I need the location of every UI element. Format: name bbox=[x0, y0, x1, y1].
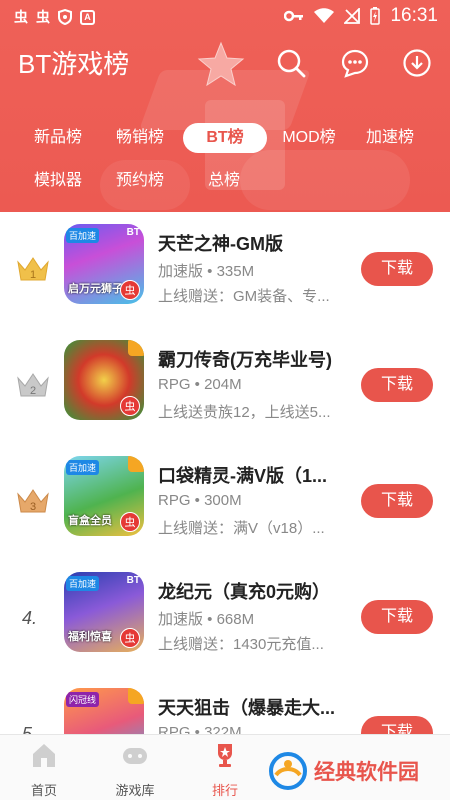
header-banner: 虫 虫 A 16:31 BT游戏榜 新品榜 畅销榜 BT榜 MOD榜 加速榜 模… bbox=[0, 0, 450, 212]
bt-label: BT bbox=[126, 575, 140, 586]
game-icon[interactable]: 闪冠线 bbox=[64, 688, 144, 734]
icon-tag: 百加速 bbox=[66, 460, 100, 475]
page-title: BT游戏榜 bbox=[18, 49, 130, 79]
nav-label: 游戏库 bbox=[115, 783, 155, 798]
app-a-icon: A bbox=[80, 9, 95, 25]
home-icon bbox=[33, 744, 55, 767]
icon-tag: 百加速 bbox=[66, 576, 100, 591]
key-icon bbox=[284, 10, 304, 22]
svg-text:1: 1 bbox=[30, 269, 36, 281]
nav-label: 排行 bbox=[211, 783, 238, 798]
app-notification-icon: 虫 bbox=[14, 9, 28, 25]
search-icon[interactable] bbox=[276, 48, 306, 78]
gamepad-icon bbox=[123, 748, 147, 764]
rank-number: 5 bbox=[22, 724, 33, 734]
status-bar: 虫 虫 A 16:31 bbox=[0, 0, 450, 34]
star-icon bbox=[197, 41, 245, 87]
list-item[interactable]: 1 百加速 BT 启万元狮子 虫 天芒之神-GM版 加速版 • 335M 上线赠… bbox=[0, 212, 450, 328]
list-item[interactable]: 4. 百加速 BT 福利惊喜 虫 龙纪元（真充0元购） 加速版 • 668M 上… bbox=[0, 560, 450, 676]
icon-tag: 百加速 bbox=[66, 228, 100, 243]
game-meta: 加速版 • 335M bbox=[158, 263, 255, 280]
nav-home[interactable]: 首页 bbox=[4, 741, 84, 799]
header-decoration bbox=[240, 150, 410, 210]
clock: 16:31 bbox=[390, 5, 438, 26]
game-name[interactable]: 口袋精灵-满V版（1... bbox=[158, 462, 348, 488]
crown-gold-icon: 1 bbox=[17, 257, 49, 281]
game-meta: RPG • 322M bbox=[158, 724, 242, 734]
game-note: 上线送贵族12，上线送5... bbox=[158, 404, 331, 421]
game-icon[interactable]: 百加速 BT 启万元狮子 虫 bbox=[64, 224, 144, 304]
game-name[interactable]: 天天狙击（爆暴走大... bbox=[158, 694, 348, 720]
watermark: 经典软件园 bbox=[268, 748, 443, 794]
app-notification-icon: 虫 bbox=[36, 9, 50, 25]
app-badge-icon: 虫 bbox=[120, 396, 140, 416]
download-button[interactable]: 下载 bbox=[361, 600, 433, 634]
download-button[interactable]: 下载 bbox=[361, 252, 433, 286]
icon-caption: 启万元狮子 bbox=[68, 283, 123, 295]
trophy-icon bbox=[218, 744, 232, 767]
game-note: 上线赠送：GM装备、专... bbox=[158, 288, 330, 305]
signal-off-icon bbox=[344, 8, 361, 24]
game-icon[interactable]: 虫 bbox=[64, 340, 144, 420]
battery-charging-icon bbox=[370, 7, 381, 25]
game-icon[interactable]: 百加速 盲盒全员 虫 bbox=[64, 456, 144, 536]
game-icon[interactable]: 百加速 BT 福利惊喜 虫 bbox=[64, 572, 144, 652]
tab-overall[interactable]: 总榜 bbox=[192, 166, 256, 196]
tab-accelerate[interactable]: 加速榜 bbox=[358, 123, 422, 153]
icon-caption: 福利惊喜 bbox=[68, 631, 112, 643]
rank-number: 4. bbox=[22, 608, 38, 628]
list-item[interactable]: 2 虫 霸刀传奇(万充毕业号) RPG • 204M 上线送贵族12，上线送5.… bbox=[0, 328, 450, 444]
game-name[interactable]: 龙纪元（真充0元购） bbox=[158, 578, 348, 604]
message-icon[interactable] bbox=[340, 48, 370, 78]
list-item[interactable]: 3 百加速 盲盒全员 虫 口袋精灵-满V版（1... RPG • 300M 上线… bbox=[0, 444, 450, 560]
nav-game-library[interactable]: 游戏库 bbox=[95, 741, 175, 799]
game-name[interactable]: 霸刀传奇(万充毕业号) bbox=[158, 346, 348, 372]
tab-bt[interactable]: BT榜 bbox=[183, 123, 267, 153]
shield-icon bbox=[58, 9, 72, 25]
gift-icon bbox=[128, 456, 144, 472]
svg-text:2: 2 bbox=[30, 385, 36, 397]
tab-emulator[interactable]: 模拟器 bbox=[26, 166, 90, 196]
app-badge-icon: 虫 bbox=[120, 512, 140, 532]
wifi-icon bbox=[314, 8, 335, 23]
icon-tag: 闪冠线 bbox=[66, 692, 100, 707]
gift-icon bbox=[128, 340, 144, 356]
watermark-logo-icon bbox=[269, 752, 307, 790]
crown-bronze-icon: 3 bbox=[17, 489, 49, 513]
game-note: 上线赠送：1430元充值... bbox=[158, 636, 324, 653]
nav-ranking[interactable]: 排行 bbox=[185, 741, 265, 799]
crown-silver-icon: 2 bbox=[17, 373, 49, 397]
tab-bestselling[interactable]: 畅销榜 bbox=[108, 123, 172, 153]
game-name[interactable]: 天芒之神-GM版 bbox=[158, 230, 348, 256]
bt-label: BT bbox=[126, 227, 140, 238]
download-button[interactable]: 下载 bbox=[361, 484, 433, 518]
icon-caption: 盲盒全员 bbox=[68, 515, 112, 527]
gift-icon bbox=[128, 688, 144, 704]
tab-reservation[interactable]: 预约榜 bbox=[108, 166, 172, 196]
download-button[interactable]: 下载 bbox=[361, 716, 433, 734]
game-meta: RPG • 300M bbox=[158, 492, 242, 509]
game-note: 上线赠送：满V（v18）... bbox=[158, 520, 325, 537]
tab-new[interactable]: 新品榜 bbox=[26, 123, 90, 153]
download-icon[interactable] bbox=[402, 48, 432, 78]
app-badge-icon: 虫 bbox=[120, 280, 140, 300]
svg-text:3: 3 bbox=[30, 501, 36, 513]
game-meta: 加速版 • 668M bbox=[158, 611, 255, 628]
download-button[interactable]: 下载 bbox=[361, 368, 433, 402]
nav-label: 首页 bbox=[30, 783, 57, 798]
watermark-text: 经典软件园 bbox=[314, 761, 419, 784]
game-list[interactable]: 1 百加速 BT 启万元狮子 虫 天芒之神-GM版 加速版 • 335M 上线赠… bbox=[0, 212, 450, 734]
game-meta: RPG • 204M bbox=[158, 376, 242, 393]
list-item[interactable]: 5 闪冠线 天天狙击（爆暴走大... RPG • 322M 下载 bbox=[0, 676, 450, 734]
app-badge-icon: 虫 bbox=[120, 628, 140, 648]
tab-mod[interactable]: MOD榜 bbox=[276, 123, 342, 153]
